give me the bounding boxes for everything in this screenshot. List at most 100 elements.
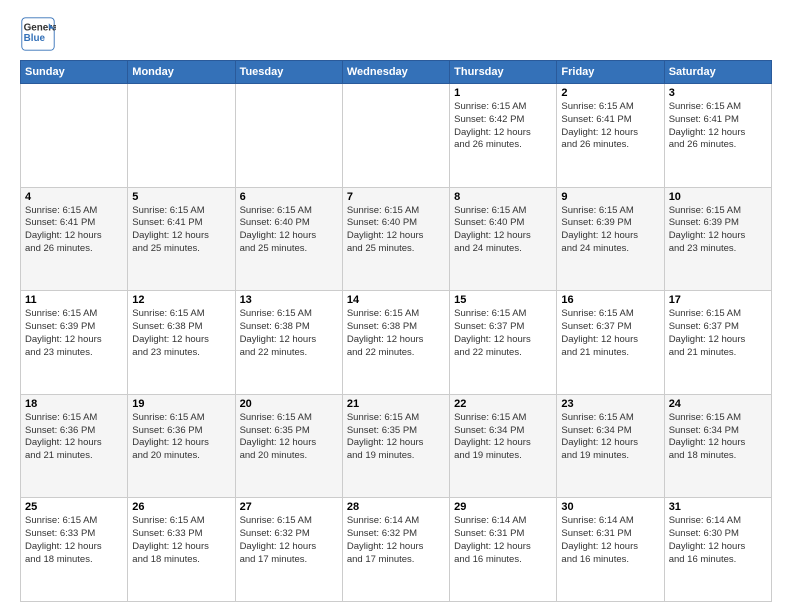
day-info: Sunrise: 6:15 AM Sunset: 6:40 PM Dayligh… bbox=[454, 205, 552, 256]
calendar-day-cell: 23 Sunrise: 6:15 AM Sunset: 6:34 PM Dayli… bbox=[557, 394, 664, 498]
calendar-day-cell: 27Sunrise: 6:15 AM Sunset: 6:32 PM Dayli… bbox=[235, 498, 342, 602]
day-number: 6 bbox=[240, 191, 338, 203]
day-info: Sunrise: 6:14 AM Sunset: 6:31 PM Dayligh… bbox=[561, 515, 659, 566]
day-info: Sunrise: 6:14 AM Sunset: 6:31 PM Dayligh… bbox=[454, 515, 552, 566]
day-number: 13 bbox=[240, 294, 338, 306]
day-number: 26 bbox=[132, 501, 230, 513]
calendar-day-cell: 25 Sunrise: 6:15 AM Sunset: 6:33 PM Dayli… bbox=[21, 498, 128, 602]
calendar-day-cell: 7 Sunrise: 6:15 AM Sunset: 6:40 PM Daylig… bbox=[342, 187, 449, 291]
calendar-day-cell: 31 Sunrise: 6:14 AM Sunset: 6:30 PM Dayli… bbox=[664, 498, 771, 602]
calendar-day-cell bbox=[21, 84, 128, 188]
day-info: Sunrise: 6:15 AM Sunset: 6:33 PM Dayligh… bbox=[25, 515, 123, 566]
calendar-table: SundayMondayTuesdayWednesdayThursdayFrid… bbox=[20, 60, 772, 602]
day-number: 10 bbox=[669, 191, 767, 203]
day-number: 16 bbox=[561, 294, 659, 306]
day-number: 23 bbox=[561, 398, 659, 410]
day-number: 31 bbox=[669, 501, 767, 513]
calendar-day-cell bbox=[235, 84, 342, 188]
day-info: Sunrise: 6:15 AM Sunset: 6:32 PM Dayligh… bbox=[240, 515, 338, 566]
day-info: Sunrise: 6:15 AM Sunset: 6:41 PM Dayligh… bbox=[25, 205, 123, 256]
calendar-day-cell: 4 Sunrise: 6:15 AM Sunset: 6:41 PM Daylig… bbox=[21, 187, 128, 291]
day-number: 3 bbox=[669, 87, 767, 99]
day-number: 15 bbox=[454, 294, 552, 306]
calendar-day-cell: 16Sunrise: 6:15 AM Sunset: 6:37 PM Dayli… bbox=[557, 291, 664, 395]
day-info: Sunrise: 6:14 AM Sunset: 6:30 PM Dayligh… bbox=[669, 515, 767, 566]
calendar-day-cell: 9 Sunrise: 6:15 AM Sunset: 6:39 PM Daylig… bbox=[557, 187, 664, 291]
day-info: Sunrise: 6:15 AM Sunset: 6:41 PM Dayligh… bbox=[669, 101, 767, 152]
calendar-day-cell: 30 Sunrise: 6:14 AM Sunset: 6:31 PM Dayli… bbox=[557, 498, 664, 602]
calendar-day-cell: 3 Sunrise: 6:15 AM Sunset: 6:41 PM Daylig… bbox=[664, 84, 771, 188]
header: General Blue bbox=[20, 16, 772, 52]
day-info: Sunrise: 6:15 AM Sunset: 6:35 PM Dayligh… bbox=[347, 412, 445, 463]
calendar-day-cell: 5 Sunrise: 6:15 AM Sunset: 6:41 PM Daylig… bbox=[128, 187, 235, 291]
calendar-day-cell bbox=[128, 84, 235, 188]
day-info: Sunrise: 6:15 AM Sunset: 6:39 PM Dayligh… bbox=[25, 308, 123, 359]
calendar-day-cell: 20 Sunrise: 6:15 AM Sunset: 6:35 PM Dayli… bbox=[235, 394, 342, 498]
calendar-day-cell: 8 Sunrise: 6:15 AM Sunset: 6:40 PM Daylig… bbox=[450, 187, 557, 291]
calendar-week-row: 18 Sunrise: 6:15 AM Sunset: 6:36 PM Dayli… bbox=[21, 394, 772, 498]
day-number: 24 bbox=[669, 398, 767, 410]
day-info: Sunrise: 6:15 AM Sunset: 6:40 PM Dayligh… bbox=[240, 205, 338, 256]
day-number: 4 bbox=[25, 191, 123, 203]
calendar-day-cell: 19 Sunrise: 6:15 AM Sunset: 6:36 PM Dayli… bbox=[128, 394, 235, 498]
day-info: Sunrise: 6:15 AM Sunset: 6:34 PM Dayligh… bbox=[561, 412, 659, 463]
day-number: 21 bbox=[347, 398, 445, 410]
day-info: Sunrise: 6:15 AM Sunset: 6:42 PM Dayligh… bbox=[454, 101, 552, 152]
calendar-week-row: 1Sunrise: 6:15 AM Sunset: 6:42 PM Daylig… bbox=[21, 84, 772, 188]
calendar-day-cell: 1Sunrise: 6:15 AM Sunset: 6:42 PM Daylig… bbox=[450, 84, 557, 188]
calendar-day-cell: 15Sunrise: 6:15 AM Sunset: 6:37 PM Dayli… bbox=[450, 291, 557, 395]
day-info: Sunrise: 6:15 AM Sunset: 6:36 PM Dayligh… bbox=[132, 412, 230, 463]
day-number: 8 bbox=[454, 191, 552, 203]
calendar-day-cell: 13 Sunrise: 6:15 AM Sunset: 6:38 PM Dayli… bbox=[235, 291, 342, 395]
calendar-day-cell: 10 Sunrise: 6:15 AM Sunset: 6:39 PM Dayli… bbox=[664, 187, 771, 291]
calendar-day-cell: 21 Sunrise: 6:15 AM Sunset: 6:35 PM Dayli… bbox=[342, 394, 449, 498]
calendar-day-cell: 2Sunrise: 6:15 AM Sunset: 6:41 PM Daylig… bbox=[557, 84, 664, 188]
day-number: 20 bbox=[240, 398, 338, 410]
day-info: Sunrise: 6:15 AM Sunset: 6:41 PM Dayligh… bbox=[132, 205, 230, 256]
day-info: Sunrise: 6:15 AM Sunset: 6:35 PM Dayligh… bbox=[240, 412, 338, 463]
day-info: Sunrise: 6:15 AM Sunset: 6:34 PM Dayligh… bbox=[669, 412, 767, 463]
day-number: 9 bbox=[561, 191, 659, 203]
weekday-header: Saturday bbox=[664, 61, 771, 84]
day-info: Sunrise: 6:15 AM Sunset: 6:37 PM Dayligh… bbox=[669, 308, 767, 359]
calendar-day-cell: 29 Sunrise: 6:14 AM Sunset: 6:31 PM Dayli… bbox=[450, 498, 557, 602]
day-info: Sunrise: 6:15 AM Sunset: 6:38 PM Dayligh… bbox=[132, 308, 230, 359]
calendar-week-row: 11 Sunrise: 6:15 AM Sunset: 6:39 PM Dayli… bbox=[21, 291, 772, 395]
day-info: Sunrise: 6:15 AM Sunset: 6:33 PM Dayligh… bbox=[132, 515, 230, 566]
day-number: 11 bbox=[25, 294, 123, 306]
day-info: Sunrise: 6:15 AM Sunset: 6:39 PM Dayligh… bbox=[561, 205, 659, 256]
day-number: 28 bbox=[347, 501, 445, 513]
weekday-header: Wednesday bbox=[342, 61, 449, 84]
day-info: Sunrise: 6:15 AM Sunset: 6:38 PM Dayligh… bbox=[347, 308, 445, 359]
calendar-day-cell: 18 Sunrise: 6:15 AM Sunset: 6:36 PM Dayli… bbox=[21, 394, 128, 498]
day-info: Sunrise: 6:15 AM Sunset: 6:39 PM Dayligh… bbox=[669, 205, 767, 256]
day-info: Sunrise: 6:15 AM Sunset: 6:40 PM Dayligh… bbox=[347, 205, 445, 256]
logo: General Blue bbox=[20, 16, 56, 52]
calendar-day-cell: 12 Sunrise: 6:15 AM Sunset: 6:38 PM Dayli… bbox=[128, 291, 235, 395]
day-info: Sunrise: 6:14 AM Sunset: 6:32 PM Dayligh… bbox=[347, 515, 445, 566]
day-info: Sunrise: 6:15 AM Sunset: 6:41 PM Dayligh… bbox=[561, 101, 659, 152]
day-number: 12 bbox=[132, 294, 230, 306]
day-number: 29 bbox=[454, 501, 552, 513]
day-number: 5 bbox=[132, 191, 230, 203]
calendar-day-cell: 17Sunrise: 6:15 AM Sunset: 6:37 PM Dayli… bbox=[664, 291, 771, 395]
calendar-header-row: SundayMondayTuesdayWednesdayThursdayFrid… bbox=[21, 61, 772, 84]
svg-text:Blue: Blue bbox=[24, 33, 46, 44]
weekday-header: Thursday bbox=[450, 61, 557, 84]
calendar-day-cell: 11 Sunrise: 6:15 AM Sunset: 6:39 PM Dayli… bbox=[21, 291, 128, 395]
day-number: 25 bbox=[25, 501, 123, 513]
calendar-day-cell: 28 Sunrise: 6:14 AM Sunset: 6:32 PM Dayli… bbox=[342, 498, 449, 602]
day-number: 18 bbox=[25, 398, 123, 410]
calendar-day-cell: 6 Sunrise: 6:15 AM Sunset: 6:40 PM Daylig… bbox=[235, 187, 342, 291]
calendar-day-cell bbox=[342, 84, 449, 188]
weekday-header: Sunday bbox=[21, 61, 128, 84]
calendar-day-cell: 22Sunrise: 6:15 AM Sunset: 6:34 PM Dayli… bbox=[450, 394, 557, 498]
day-number: 7 bbox=[347, 191, 445, 203]
day-info: Sunrise: 6:15 AM Sunset: 6:36 PM Dayligh… bbox=[25, 412, 123, 463]
calendar-day-cell: 26 Sunrise: 6:15 AM Sunset: 6:33 PM Dayli… bbox=[128, 498, 235, 602]
day-number: 19 bbox=[132, 398, 230, 410]
logo-icon: General Blue bbox=[20, 16, 56, 52]
day-info: Sunrise: 6:15 AM Sunset: 6:38 PM Dayligh… bbox=[240, 308, 338, 359]
calendar-day-cell: 14Sunrise: 6:15 AM Sunset: 6:38 PM Dayli… bbox=[342, 291, 449, 395]
day-number: 30 bbox=[561, 501, 659, 513]
